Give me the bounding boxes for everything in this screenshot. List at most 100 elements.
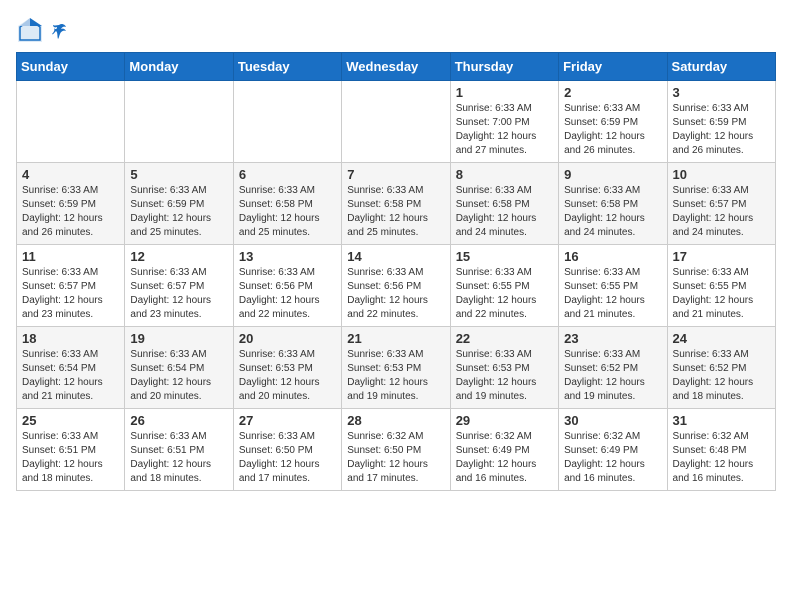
day-number: 4	[22, 167, 119, 182]
day-number: 1	[456, 85, 553, 100]
weekday-header-monday: Monday	[125, 53, 233, 81]
day-number: 25	[22, 413, 119, 428]
calendar-cell: 10 Sunrise: 6:33 AM Sunset: 6:57 PM Dayli…	[667, 163, 775, 245]
day-info: Sunrise: 6:32 AM Sunset: 6:49 PM Dayligh…	[456, 430, 553, 486]
day-info: Sunrise: 6:33 AM Sunset: 6:53 PM Dayligh…	[239, 348, 336, 404]
weekday-header-friday: Friday	[559, 53, 667, 81]
day-info: Sunrise: 6:33 AM Sunset: 6:58 PM Dayligh…	[564, 184, 661, 240]
day-number: 24	[673, 331, 770, 346]
week-row-5: 25 Sunrise: 6:33 AM Sunset: 6:51 PM Dayli…	[17, 409, 776, 491]
day-number: 6	[239, 167, 336, 182]
logo-bird-icon	[50, 22, 68, 40]
day-info: Sunrise: 6:32 AM Sunset: 6:48 PM Dayligh…	[673, 430, 770, 486]
calendar-cell: 3 Sunrise: 6:33 AM Sunset: 6:59 PM Daylig…	[667, 81, 775, 163]
day-number: 3	[673, 85, 770, 100]
day-number: 27	[239, 413, 336, 428]
day-number: 13	[239, 249, 336, 264]
day-info: Sunrise: 6:33 AM Sunset: 6:58 PM Dayligh…	[347, 184, 444, 240]
calendar-cell: 26Sunrise: 6:33 AM Sunset: 6:51 PM Dayli…	[125, 409, 233, 491]
week-row-2: 4 Sunrise: 6:33 AM Sunset: 6:59 PM Daylig…	[17, 163, 776, 245]
calendar-cell	[342, 81, 450, 163]
day-info: Sunrise: 6:33 AM Sunset: 6:52 PM Dayligh…	[673, 348, 770, 404]
calendar-cell: 4 Sunrise: 6:33 AM Sunset: 6:59 PM Daylig…	[17, 163, 125, 245]
day-number: 8	[456, 167, 553, 182]
calendar-cell	[17, 81, 125, 163]
calendar-cell: 28 Sunrise: 6:32 AM Sunset: 6:50 PM Dayli…	[342, 409, 450, 491]
weekday-header-row: SundayMondayTuesdayWednesdayThursdayFrid…	[17, 53, 776, 81]
day-number: 30	[564, 413, 661, 428]
calendar-cell: 29 Sunrise: 6:32 AM Sunset: 6:49 PM Dayli…	[450, 409, 558, 491]
week-row-1: 1 Sunrise: 6:33 AM Sunset: 7:00 PM Daylig…	[17, 81, 776, 163]
day-number: 26	[130, 413, 227, 428]
day-info: Sunrise: 6:33 AM Sunset: 6:55 PM Dayligh…	[673, 266, 770, 322]
day-info: Sunrise: 6:33 AM Sunset: 6:50 PM Dayligh…	[239, 430, 336, 486]
calendar-cell: 1 Sunrise: 6:33 AM Sunset: 7:00 PM Daylig…	[450, 81, 558, 163]
day-info: Sunrise: 6:33 AM Sunset: 6:56 PM Dayligh…	[347, 266, 444, 322]
calendar-cell: 14 Sunrise: 6:33 AM Sunset: 6:56 PM Dayli…	[342, 245, 450, 327]
calendar-cell: 16Sunrise: 6:33 AM Sunset: 6:55 PM Dayli…	[559, 245, 667, 327]
calendar-cell: 17 Sunrise: 6:33 AM Sunset: 6:55 PM Dayli…	[667, 245, 775, 327]
day-info: Sunrise: 6:33 AM Sunset: 6:59 PM Dayligh…	[673, 102, 770, 158]
day-info: Sunrise: 6:33 AM Sunset: 6:52 PM Dayligh…	[564, 348, 661, 404]
calendar-cell: 2Sunrise: 6:33 AM Sunset: 6:59 PM Daylig…	[559, 81, 667, 163]
weekday-header-sunday: Sunday	[17, 53, 125, 81]
calendar-cell: 11Sunrise: 6:33 AM Sunset: 6:57 PM Dayli…	[17, 245, 125, 327]
day-number: 16	[564, 249, 661, 264]
day-info: Sunrise: 6:32 AM Sunset: 6:50 PM Dayligh…	[347, 430, 444, 486]
calendar-cell: 12 Sunrise: 6:33 AM Sunset: 6:57 PM Dayli…	[125, 245, 233, 327]
weekday-header-saturday: Saturday	[667, 53, 775, 81]
week-row-4: 18Sunrise: 6:33 AM Sunset: 6:54 PM Dayli…	[17, 327, 776, 409]
day-number: 22	[456, 331, 553, 346]
day-info: Sunrise: 6:33 AM Sunset: 6:57 PM Dayligh…	[673, 184, 770, 240]
day-number: 7	[347, 167, 444, 182]
calendar-cell: 7 Sunrise: 6:33 AM Sunset: 6:58 PM Daylig…	[342, 163, 450, 245]
weekday-header-thursday: Thursday	[450, 53, 558, 81]
day-info: Sunrise: 6:33 AM Sunset: 6:56 PM Dayligh…	[239, 266, 336, 322]
calendar-cell: 21 Sunrise: 6:33 AM Sunset: 6:53 PM Dayli…	[342, 327, 450, 409]
calendar-cell: 20Sunrise: 6:33 AM Sunset: 6:53 PM Dayli…	[233, 327, 341, 409]
day-number: 29	[456, 413, 553, 428]
day-info: Sunrise: 6:33 AM Sunset: 6:58 PM Dayligh…	[456, 184, 553, 240]
day-info: Sunrise: 6:33 AM Sunset: 7:00 PM Dayligh…	[456, 102, 553, 158]
day-info: Sunrise: 6:33 AM Sunset: 6:55 PM Dayligh…	[456, 266, 553, 322]
calendar-cell: 30 Sunrise: 6:32 AM Sunset: 6:49 PM Dayli…	[559, 409, 667, 491]
day-number: 5	[130, 167, 227, 182]
calendar-cell: 18Sunrise: 6:33 AM Sunset: 6:54 PM Dayli…	[17, 327, 125, 409]
day-number: 14	[347, 249, 444, 264]
calendar-cell: 8 Sunrise: 6:33 AM Sunset: 6:58 PM Daylig…	[450, 163, 558, 245]
logo	[16, 16, 68, 44]
day-number: 9	[564, 167, 661, 182]
day-number: 2	[564, 85, 661, 100]
calendar-cell: 5 Sunrise: 6:33 AM Sunset: 6:59 PM Daylig…	[125, 163, 233, 245]
calendar-cell: 27 Sunrise: 6:33 AM Sunset: 6:50 PM Dayli…	[233, 409, 341, 491]
calendar-cell: 9 Sunrise: 6:33 AM Sunset: 6:58 PM Daylig…	[559, 163, 667, 245]
day-info: Sunrise: 6:33 AM Sunset: 6:53 PM Dayligh…	[456, 348, 553, 404]
day-number: 21	[347, 331, 444, 346]
calendar-cell: 24 Sunrise: 6:33 AM Sunset: 6:52 PM Dayli…	[667, 327, 775, 409]
day-number: 10	[673, 167, 770, 182]
day-number: 31	[673, 413, 770, 428]
calendar-cell: 23 Sunrise: 6:33 AM Sunset: 6:52 PM Dayli…	[559, 327, 667, 409]
day-number: 23	[564, 331, 661, 346]
calendar-cell	[233, 81, 341, 163]
day-number: 17	[673, 249, 770, 264]
day-number: 12	[130, 249, 227, 264]
weekday-header-tuesday: Tuesday	[233, 53, 341, 81]
day-info: Sunrise: 6:33 AM Sunset: 6:57 PM Dayligh…	[22, 266, 119, 322]
day-number: 28	[347, 413, 444, 428]
day-info: Sunrise: 6:33 AM Sunset: 6:54 PM Dayligh…	[130, 348, 227, 404]
day-number: 15	[456, 249, 553, 264]
day-info: Sunrise: 6:33 AM Sunset: 6:58 PM Dayligh…	[239, 184, 336, 240]
day-info: Sunrise: 6:33 AM Sunset: 6:59 PM Dayligh…	[22, 184, 119, 240]
day-number: 19	[130, 331, 227, 346]
calendar: SundayMondayTuesdayWednesdayThursdayFrid…	[16, 52, 776, 491]
logo-icon	[16, 16, 44, 44]
calendar-cell: 13 Sunrise: 6:33 AM Sunset: 6:56 PM Dayli…	[233, 245, 341, 327]
day-info: Sunrise: 6:33 AM Sunset: 6:51 PM Dayligh…	[22, 430, 119, 486]
day-info: Sunrise: 6:33 AM Sunset: 6:53 PM Dayligh…	[347, 348, 444, 404]
calendar-cell: 22 Sunrise: 6:33 AM Sunset: 6:53 PM Dayli…	[450, 327, 558, 409]
calendar-cell	[125, 81, 233, 163]
day-info: Sunrise: 6:33 AM Sunset: 6:57 PM Dayligh…	[130, 266, 227, 322]
day-info: Sunrise: 6:33 AM Sunset: 6:59 PM Dayligh…	[130, 184, 227, 240]
day-info: Sunrise: 6:32 AM Sunset: 6:49 PM Dayligh…	[564, 430, 661, 486]
